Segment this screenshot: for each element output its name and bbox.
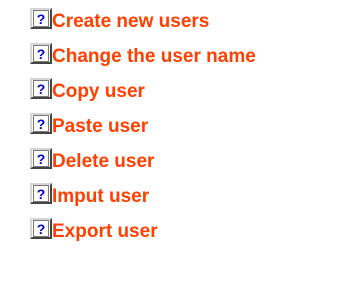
help-link-change-user-name[interactable]: Change the user name	[52, 46, 256, 68]
help-topic-icon: ?	[30, 183, 52, 204]
help-topic-list: ? Create new users ? Change the user nam…	[0, 0, 339, 294]
help-link-paste-user[interactable]: Paste user	[52, 116, 148, 138]
help-link-imput-user[interactable]: Imput user	[52, 186, 149, 208]
help-topic-icon: ?	[30, 78, 52, 99]
help-link-create-new-users[interactable]: Create new users	[52, 11, 209, 33]
help-link-delete-user[interactable]: Delete user	[52, 151, 154, 173]
help-link-copy-user[interactable]: Copy user	[52, 81, 145, 103]
help-topic-icon: ?	[30, 113, 52, 134]
help-topic-icon: ?	[30, 8, 52, 29]
help-topic-icon: ?	[30, 218, 52, 239]
help-topic-icon: ?	[30, 43, 52, 64]
help-topic-icon: ?	[30, 148, 52, 169]
help-link-export-user[interactable]: Export user	[52, 221, 158, 243]
